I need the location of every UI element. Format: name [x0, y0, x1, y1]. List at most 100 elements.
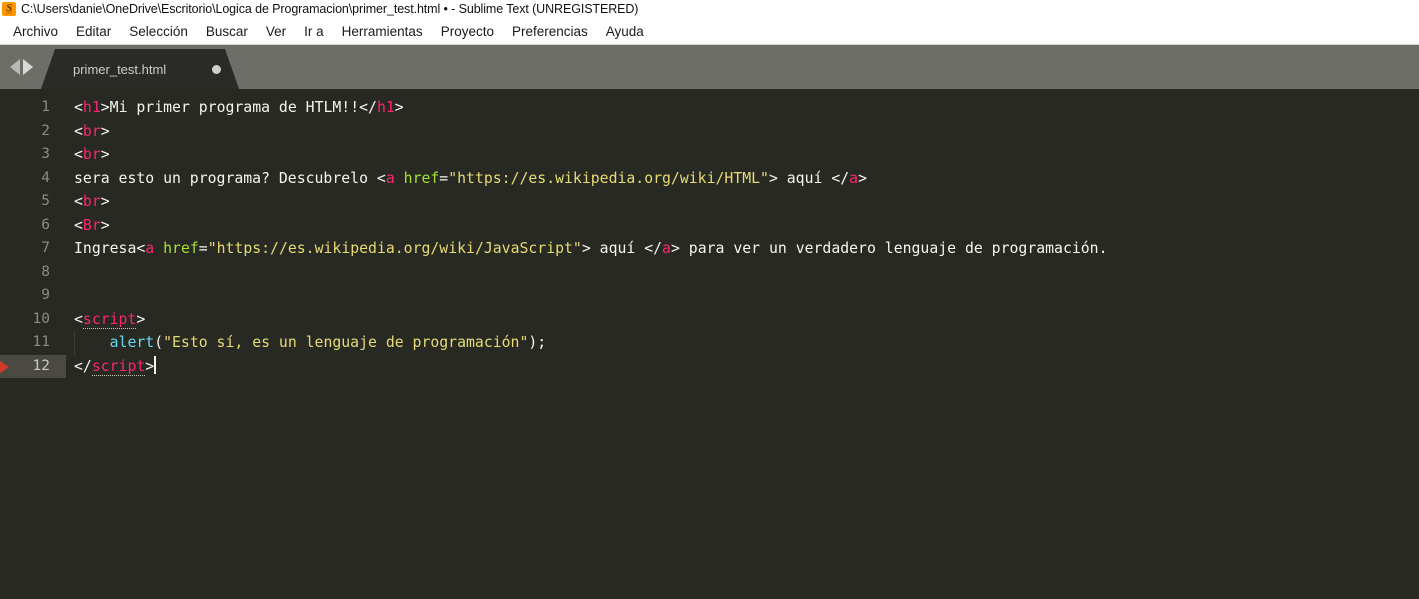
token-punc: > — [145, 357, 155, 375]
code-editor[interactable]: 1 2 3 4 5 6 7 8 9 10 11 12 <h1>Mi primer programa d… — [0, 89, 1419, 599]
line-number: 12 — [0, 354, 66, 378]
token-tag: br — [82, 122, 101, 140]
token-tag: script — [82, 310, 137, 329]
menu-item-ayuda[interactable]: Ayuda — [597, 21, 653, 42]
token-punc: = — [198, 240, 208, 257]
tab-label: primer_test.html — [73, 61, 167, 77]
line-number: 8 — [41, 263, 50, 280]
token-punc: < — [376, 169, 386, 187]
text-cursor — [154, 355, 156, 374]
bookmark-marker-icon — [0, 360, 9, 373]
token-punc: ( — [154, 334, 164, 351]
line-number: 11 — [32, 334, 50, 350]
token-tag: Br — [82, 216, 101, 234]
sublime-text-logo-icon — [2, 0, 16, 16]
menu-item-ir-a[interactable]: Ir a — [295, 21, 333, 42]
menu-item-selección[interactable]: Selección — [120, 21, 197, 42]
menu-item-ver[interactable]: Ver — [257, 21, 295, 42]
code-line[interactable]: </script> — [66, 355, 1419, 379]
token-punc: > — [136, 310, 146, 328]
token-txt: Mi primer programa de HTLM!! — [109, 99, 360, 116]
chevron-left-icon[interactable] — [10, 59, 20, 75]
line-number: 1 — [41, 99, 50, 115]
token-tag: a — [385, 169, 395, 187]
token-tag: a — [145, 240, 155, 257]
token-punc: > — [394, 99, 404, 116]
code-line[interactable]: <br> — [66, 190, 1419, 214]
token-txt: sera esto un programa? Descubrelo — [74, 169, 377, 187]
token-punc: < — [136, 240, 146, 257]
token-punc: < — [74, 193, 83, 210]
token-txt: para ver un verdadero lenguaje de progra… — [679, 240, 1108, 257]
token-tag: a — [849, 169, 859, 187]
token-punc: < — [74, 216, 83, 234]
token-punc: </ — [831, 169, 850, 187]
token-punc: = — [439, 169, 449, 187]
token-tag: script — [91, 357, 146, 376]
code-line[interactable]: <script> — [66, 308, 1419, 332]
code-line[interactable]: sera esto un programa? Descubrelo <a hre… — [66, 167, 1419, 191]
token-tag: br — [82, 193, 101, 210]
token-punc: > — [858, 169, 867, 187]
token-punc: > — [768, 169, 778, 187]
token-str: "https://es.wikipedia.org/wiki/JavaScrip… — [207, 240, 582, 257]
unsaved-changes-icon[interactable] — [212, 65, 221, 74]
menu-bar: Archivo Editar Selección Buscar Ver Ir a Herra… — [0, 18, 1419, 45]
token-txt: Ingresa — [74, 240, 137, 257]
code-line[interactable]: Ingresa<a href="https://es.wikipedia.org… — [66, 237, 1419, 261]
token-punc: > — [100, 193, 110, 210]
code-line[interactable]: <Br> — [66, 214, 1419, 238]
token-punc: ); — [528, 334, 547, 351]
token-tag: h1 — [82, 99, 101, 116]
token-punc: </ — [644, 240, 663, 257]
title-bar: C:\Users\danie\OneDrive\Escritorio\Logic… — [0, 0, 1419, 18]
token-attr: href — [403, 169, 440, 187]
code-area[interactable]: <h1>Mi primer programa de HTLM!!</h1> <br… — [66, 89, 1419, 599]
token-str: "https://es.wikipedia.org/wiki/HTML" — [448, 169, 769, 187]
tab-navigation — [0, 45, 41, 89]
token-punc: </ — [359, 99, 377, 116]
menu-item-preferencias[interactable]: Preferencias — [503, 21, 597, 42]
code-line[interactable] — [66, 284, 1419, 308]
token-punc: > — [581, 240, 591, 257]
token-punc: > — [100, 99, 110, 116]
token-attr: href — [163, 240, 199, 257]
line-number: 3 — [41, 146, 50, 162]
token-punc: < — [74, 146, 83, 163]
tab-bar: primer_test.html — [0, 45, 1419, 89]
token-tag: br — [82, 146, 101, 163]
tab-strip: primer_test.html — [41, 45, 239, 89]
token-txt: aquí — [590, 240, 645, 257]
code-line[interactable]: alert("Esto sí, es un lenguaje de progra… — [66, 331, 1419, 355]
token-punc: > — [100, 122, 110, 140]
code-line[interactable]: <br> — [66, 120, 1419, 144]
token-punc: < — [74, 122, 83, 140]
chevron-right-icon[interactable] — [23, 59, 33, 75]
line-number: 9 — [41, 287, 50, 303]
token-txt: aquí — [777, 169, 832, 187]
code-line[interactable] — [66, 261, 1419, 285]
menu-item-buscar[interactable]: Buscar — [197, 21, 257, 42]
menu-item-editar[interactable]: Editar — [67, 21, 120, 42]
token-punc: < — [74, 99, 83, 116]
token-punc: < — [74, 310, 83, 328]
line-number: 6 — [41, 216, 50, 233]
line-number: 4 — [41, 169, 50, 186]
code-line[interactable]: <br> — [66, 143, 1419, 167]
menu-item-herramientas[interactable]: Herramientas — [333, 21, 432, 42]
token-tag: a — [662, 240, 671, 257]
token-punc: </ — [74, 357, 92, 375]
menu-item-archivo[interactable]: Archivo — [4, 21, 67, 42]
token-punc: > — [100, 216, 110, 234]
line-number: 2 — [41, 122, 50, 139]
line-number: 7 — [41, 240, 50, 256]
window-title: C:\Users\danie\OneDrive\Escritorio\Logic… — [21, 2, 639, 16]
line-number: 10 — [32, 310, 50, 327]
code-line[interactable]: <h1>Mi primer programa de HTLM!!</h1> — [66, 96, 1419, 120]
menu-item-proyecto[interactable]: Proyecto — [432, 21, 503, 42]
editor-tab[interactable]: primer_test.html — [41, 49, 239, 89]
token-str: "Esto sí, es un lenguaje de programación… — [163, 334, 529, 351]
